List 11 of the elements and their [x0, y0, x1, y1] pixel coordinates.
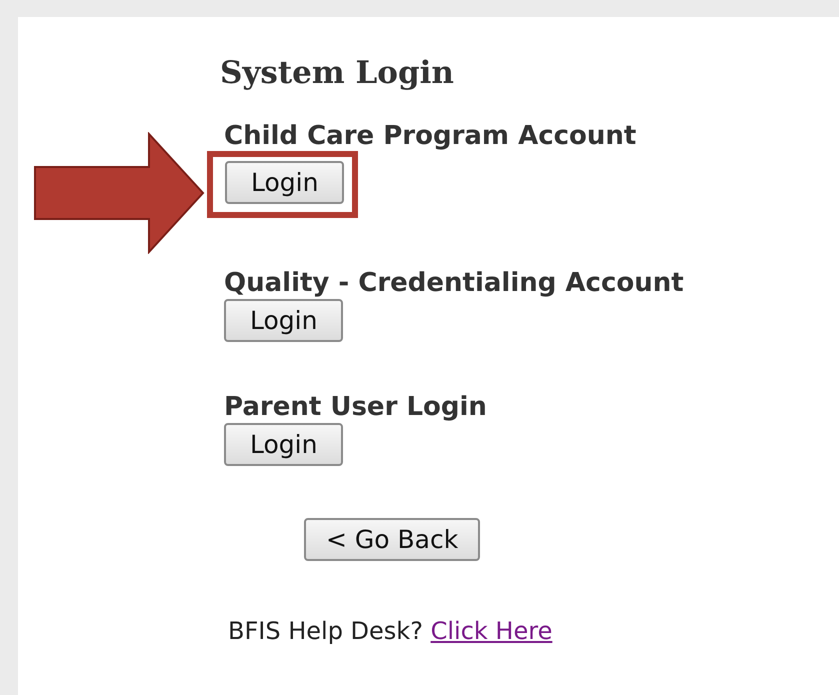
section-heading: Parent User Login	[224, 394, 488, 420]
section-heading: Child Care Program Account	[224, 123, 638, 149]
section-heading: Quality - Credentialing Account	[224, 270, 685, 296]
help-text: BFIS Help Desk?	[228, 617, 423, 645]
login-button[interactable]: Login	[225, 161, 344, 204]
click-here-link[interactable]: Click Here	[430, 617, 552, 645]
arrow-icon	[33, 132, 205, 254]
go-back-button[interactable]: < Go Back	[304, 518, 480, 561]
page-title: System Login	[220, 55, 455, 91]
login-button[interactable]: Login	[224, 423, 344, 466]
login-button[interactable]: Login	[224, 299, 344, 342]
